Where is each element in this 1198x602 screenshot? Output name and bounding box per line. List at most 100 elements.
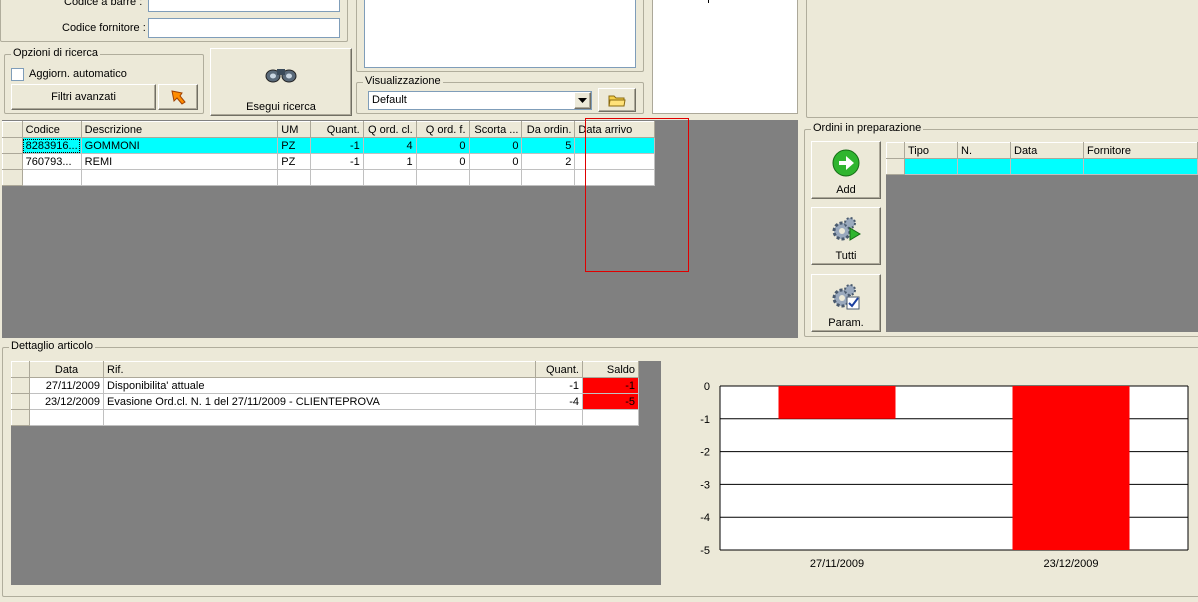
col-descrizione[interactable]: Descrizione xyxy=(80,121,279,138)
col-saldo[interactable]: Saldo xyxy=(582,361,639,378)
row-selector[interactable] xyxy=(886,158,905,175)
col-n[interactable]: N. xyxy=(957,142,1011,159)
run-search-button[interactable]: Esegui ricerca xyxy=(210,48,352,116)
cell-saldo[interactable]: -1 xyxy=(582,377,639,394)
auto-update-checkbox[interactable] xyxy=(11,68,24,81)
row-selector[interactable] xyxy=(2,137,23,154)
cell-saldo[interactable]: -5 xyxy=(582,393,639,410)
cell-quant[interactable]: -4 xyxy=(535,393,583,410)
articles-table: Codice Descrizione UM Quant. Q ord. cl. … xyxy=(2,121,655,186)
highlight-box xyxy=(585,118,689,272)
col-rif[interactable]: Rif. xyxy=(103,361,536,378)
cell-q-ord-f[interactable]: 0 xyxy=(415,137,470,154)
table-row[interactable]: 760793... REMI PZ -1 1 0 0 2 xyxy=(2,153,655,170)
cell-data[interactable]: 27/11/2009 xyxy=(29,377,104,394)
col-tipo[interactable]: Tipo xyxy=(904,142,958,159)
info-panel xyxy=(652,0,798,114)
cell-q-ord-cl[interactable]: 4 xyxy=(362,137,417,154)
cell-quant[interactable]: -1 xyxy=(310,153,364,170)
cell-um[interactable]: PZ xyxy=(277,137,312,154)
green-arrow-icon xyxy=(832,149,860,177)
col-quant[interactable]: Quant. xyxy=(535,361,583,378)
table-row[interactable] xyxy=(886,158,1198,175)
table-row[interactable]: 8283916... GOMMONI PZ -1 4 0 0 5 xyxy=(2,137,655,154)
barcode-label: Codice a barre : xyxy=(64,0,143,8)
gears-play-icon xyxy=(832,217,861,241)
cell-da-ordin[interactable]: 2 xyxy=(521,153,576,170)
view-select-value: Default xyxy=(372,94,407,106)
col-scorta[interactable]: Scorta ... xyxy=(468,121,523,138)
cell-codice[interactable]: 760793... xyxy=(21,153,82,170)
y-tick-label: -3 xyxy=(700,479,710,491)
col-um[interactable]: UM xyxy=(277,121,312,138)
search-options-title: Opzioni di ricerca xyxy=(11,47,100,59)
cell-da-ordin[interactable]: 5 xyxy=(521,137,576,154)
col-data[interactable]: Data xyxy=(1010,142,1084,159)
chevron-down-icon xyxy=(578,98,587,103)
bar xyxy=(778,386,896,419)
table-row-new[interactable] xyxy=(2,169,655,186)
cell-rif[interactable]: Disponibilita' attuale xyxy=(103,377,536,394)
all-orders-button[interactable]: Tutti xyxy=(811,207,881,265)
advanced-filters-button[interactable]: Filtri avanzati xyxy=(11,84,156,110)
params-label: Param. xyxy=(828,317,864,329)
run-search-label: Esegui ricerca xyxy=(246,101,316,113)
cell-q-ord-cl[interactable]: 1 xyxy=(362,153,417,170)
row-header-corner xyxy=(2,121,23,138)
cell-descrizione[interactable]: GOMMONI xyxy=(80,137,279,154)
col-fornitore[interactable]: Fornitore xyxy=(1083,142,1198,159)
table-row[interactable]: 23/12/2009 Evasione Ord.cl. N. 1 del 27/… xyxy=(11,393,639,410)
y-tick-label: -1 xyxy=(700,414,710,426)
top-right-panel xyxy=(806,0,1198,118)
row-selector[interactable] xyxy=(11,393,30,410)
y-tick-label: -4 xyxy=(700,512,710,524)
view-title: Visualizzazione xyxy=(363,75,443,87)
supplier-code-input[interactable] xyxy=(148,18,340,38)
cell-rif[interactable]: Evasione Ord.cl. N. 1 del 27/11/2009 - C… xyxy=(103,393,536,410)
col-da-ordin[interactable]: Da ordin. xyxy=(521,121,576,138)
view-dropdown-button[interactable] xyxy=(574,92,591,109)
x-tick-label: 27/11/2009 xyxy=(810,558,864,570)
cell-data[interactable]: 23/12/2009 xyxy=(29,393,104,410)
notes-textarea[interactable] xyxy=(364,0,636,68)
cell-q-ord-f[interactable]: 0 xyxy=(415,153,470,170)
detail-table: Data Rif. Quant. Saldo 27/11/2009 Dispon… xyxy=(11,361,639,426)
info-tick xyxy=(708,0,709,3)
all-orders-label: Tutti xyxy=(835,250,857,262)
y-tick-label: 0 xyxy=(704,381,710,393)
orders-title: Ordini in preparazione xyxy=(811,122,924,134)
view-select[interactable]: Default xyxy=(368,91,592,110)
x-tick-label: 23/12/2009 xyxy=(1043,558,1098,570)
col-data[interactable]: Data xyxy=(29,361,104,378)
arrow-icon xyxy=(171,90,186,105)
row-selector[interactable] xyxy=(11,377,30,394)
params-button[interactable]: Param. xyxy=(811,274,881,332)
cell-codice[interactable]: 8283916... xyxy=(21,137,82,154)
cell-scorta[interactable]: 0 xyxy=(468,137,523,154)
barcode-input[interactable] xyxy=(148,0,340,12)
table-row[interactable]: 27/11/2009 Disponibilita' attuale -1 -1 xyxy=(11,377,639,394)
col-codice[interactable]: Codice xyxy=(21,121,82,138)
advanced-filters-label: Filtri avanzati xyxy=(51,91,116,103)
filter-arrow-button[interactable] xyxy=(158,84,198,110)
bar xyxy=(1012,386,1130,550)
col-quant[interactable]: Quant. xyxy=(310,121,364,138)
row-selector[interactable] xyxy=(2,153,23,170)
add-order-button[interactable]: Add xyxy=(811,141,881,199)
cell-descrizione[interactable]: REMI xyxy=(80,153,279,170)
row-selector[interactable] xyxy=(2,169,23,186)
y-tick-label: -2 xyxy=(700,447,710,459)
supplier-code-label: Codice fornitore : xyxy=(62,22,146,34)
open-folder-button[interactable] xyxy=(598,88,636,112)
cell-scorta[interactable]: 0 xyxy=(468,153,523,170)
cell-quant[interactable]: -1 xyxy=(310,137,364,154)
cell-quant[interactable]: -1 xyxy=(535,377,583,394)
row-selector[interactable] xyxy=(11,409,30,426)
folder-icon xyxy=(608,95,626,107)
cell-um[interactable]: PZ xyxy=(277,153,312,170)
col-q-ord-cl[interactable]: Q ord. cl. xyxy=(362,121,417,138)
gears-check-icon xyxy=(832,284,860,310)
binoculars-icon xyxy=(265,69,297,83)
col-q-ord-f[interactable]: Q ord. f. xyxy=(415,121,470,138)
table-row-new[interactable] xyxy=(11,409,639,426)
